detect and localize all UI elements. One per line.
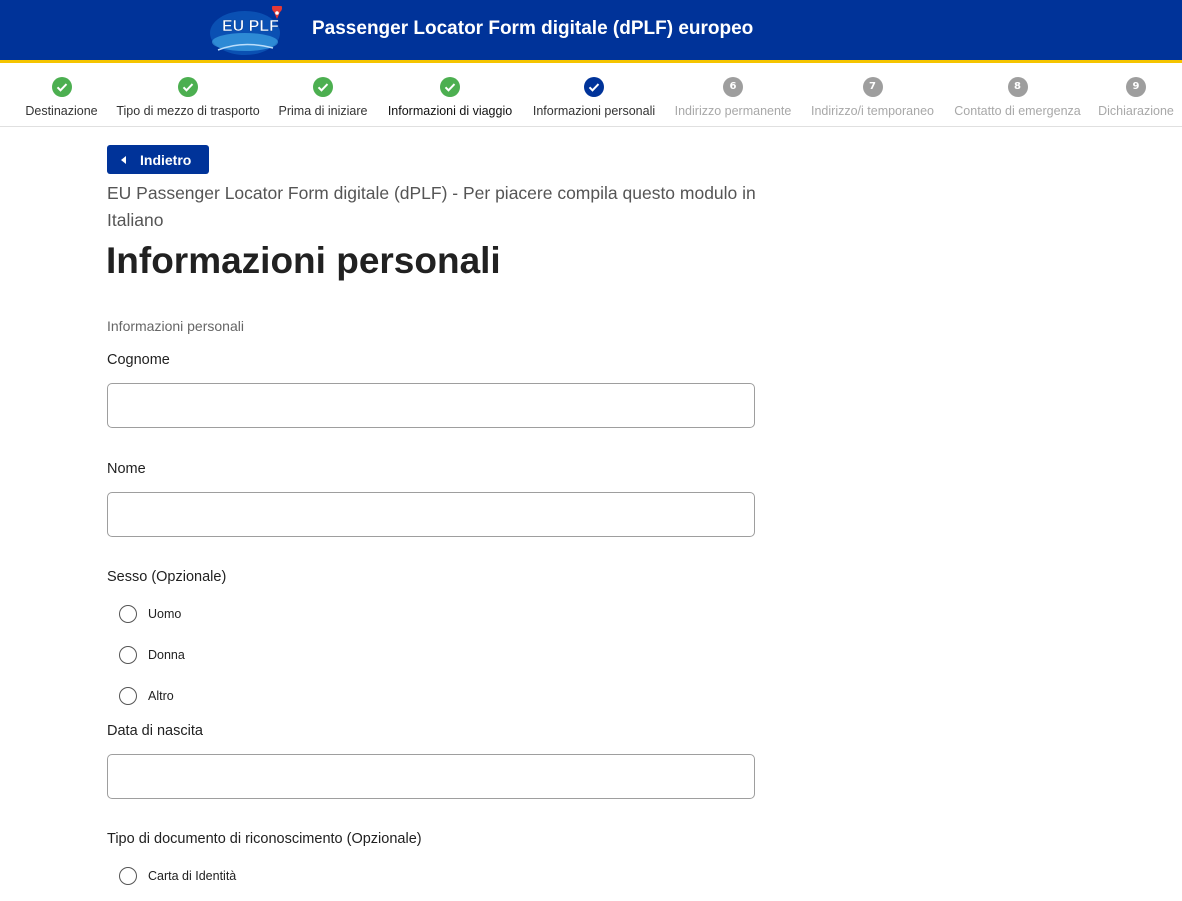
page-title: Informazioni personali — [106, 240, 501, 281]
check-circle-icon — [313, 77, 333, 97]
back-button-label: Indietro — [140, 151, 192, 168]
gender-option-uomo[interactable]: Uomo — [119, 604, 181, 624]
step-label: Informazioni personali — [532, 104, 656, 118]
form-subtitle: EU Passenger Locator Form digitale (dPLF… — [107, 183, 756, 230]
gender-label: Sesso (Opzionale) — [107, 569, 227, 585]
step-number-badge: 6 — [723, 77, 743, 97]
surname-label: Cognome — [107, 352, 170, 368]
step-informazioni-viaggio[interactable]: Informazioni di viaggio — [380, 63, 520, 126]
step-indirizzo-permanente[interactable]: 6 Indirizzo permanente — [668, 63, 798, 126]
app-header: EU PLF Passenger Locator Form digitale (… — [0, 0, 1182, 60]
radio-label: Donna — [148, 648, 185, 662]
step-number-badge: 8 — [1007, 77, 1028, 97]
step-label: Indirizzo/i temporaneo — [811, 104, 934, 118]
gender-option-donna[interactable]: Donna — [119, 645, 185, 665]
step-tipo-mezzo[interactable]: Tipo di mezzo di trasporto — [108, 63, 268, 126]
app-title: Passenger Locator Form digitale (dPLF) e… — [312, 18, 754, 39]
step-contatto-emergenza[interactable]: 8 Contatto di emergenza — [947, 63, 1088, 126]
step-number-badge: 7 — [862, 77, 883, 97]
step-label: Destinazione — [25, 104, 98, 118]
radio-button[interactable] — [119, 605, 137, 623]
step-indirizzo-temporaneo[interactable]: 7 Indirizzo/i temporaneo — [803, 63, 942, 126]
progress-stepper: Destinazione Tipo di mezzo di trasporto … — [0, 63, 1182, 127]
step-label: Dichiarazione — [1098, 104, 1174, 118]
radio-button[interactable] — [119, 646, 137, 664]
step-informazioni-personali[interactable]: Informazioni personali — [524, 63, 664, 126]
step-label: Indirizzo permanente — [674, 104, 792, 118]
gender-option-altro[interactable]: Altro — [119, 686, 174, 706]
name-label: Nome — [107, 461, 146, 477]
name-input[interactable] — [107, 492, 755, 537]
check-circle-icon — [51, 77, 72, 97]
document-option-carta-identita[interactable]: Carta di Identità — [119, 866, 236, 886]
surname-input[interactable] — [107, 383, 755, 428]
check-circle-icon — [584, 77, 604, 97]
step-prima-di-iniziare[interactable]: Prima di iniziare — [272, 63, 374, 126]
document-type-label: Tipo di documento di riconoscimento (Opz… — [107, 831, 422, 847]
check-circle-icon — [440, 77, 460, 97]
step-label: Tipo di mezzo di trasporto — [116, 104, 260, 118]
radio-label: Altro — [148, 689, 174, 703]
check-circle-icon — [178, 77, 198, 97]
birthdate-label: Data di nascita — [107, 723, 203, 739]
radio-button[interactable] — [119, 867, 137, 885]
step-dichiarazione[interactable]: 9 Dichiarazione — [1092, 63, 1180, 126]
caret-left-icon — [121, 155, 126, 164]
svg-text:EU PLF: EU PLF — [222, 18, 279, 35]
step-number-badge: 9 — [1126, 77, 1146, 97]
eu-plf-logo: EU PLF — [208, 3, 288, 58]
radio-label: Carta di Identità — [148, 869, 237, 883]
radio-label: Uomo — [148, 607, 182, 621]
birthdate-input[interactable] — [107, 754, 755, 799]
back-button[interactable]: Indietro — [107, 145, 209, 174]
step-label: Informazioni di viaggio — [387, 104, 513, 118]
step-label: Prima di iniziare — [278, 104, 368, 118]
radio-button[interactable] — [119, 687, 137, 705]
step-label: Contatto di emergenza — [954, 104, 1081, 118]
step-destinazione[interactable]: Destinazione — [19, 63, 104, 126]
section-label: Informazioni personali — [107, 318, 244, 334]
